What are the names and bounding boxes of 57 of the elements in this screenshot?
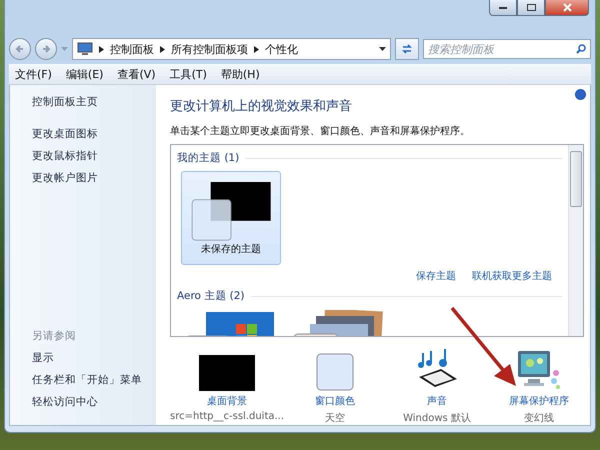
close-button[interactable] xyxy=(545,0,589,16)
maximize-icon xyxy=(526,4,536,11)
breadcrumb-item[interactable]: 所有控制面板项 xyxy=(171,42,248,56)
theme-tile[interactable]: 未保存的主题 xyxy=(181,171,281,265)
forward-button[interactable] xyxy=(35,38,57,60)
breadcrumb-item[interactable]: 个性化 xyxy=(265,42,298,56)
refresh-icon xyxy=(401,43,413,55)
setting-value: 变幻线 xyxy=(524,412,554,425)
theme-name: 未保存的主题 xyxy=(201,242,261,256)
setting-link[interactable]: 窗口颜色 xyxy=(315,394,356,408)
theme-link[interactable]: 保存主题 xyxy=(416,269,456,283)
breadcrumb-item[interactable]: 控制面板 xyxy=(110,42,154,56)
group-heading: 我的主题 (1) xyxy=(177,151,240,165)
menu-item[interactable]: 文件(F) xyxy=(15,66,52,82)
color-swatch-icon xyxy=(316,353,354,391)
refresh-button[interactable] xyxy=(395,38,419,60)
setting-link[interactable]: 桌面背景 xyxy=(207,394,248,408)
sidebar-link[interactable]: 更改帐户图片 xyxy=(32,171,156,185)
sidebar-link[interactable]: 控制面板主页 xyxy=(32,95,156,109)
setting-link[interactable]: 声音 xyxy=(427,394,448,408)
back-button[interactable] xyxy=(9,38,31,60)
sidebar-link[interactable]: 轻松访问中心 xyxy=(32,395,156,409)
setting-value: Windows 默认 xyxy=(403,412,471,425)
menu-item[interactable]: 编辑(E) xyxy=(66,66,104,82)
close-icon xyxy=(562,3,572,12)
dropdown-icon[interactable] xyxy=(379,46,386,52)
desktop-background-preview xyxy=(199,355,256,391)
sidebar-link[interactable]: 任务栏和「开始」菜单 xyxy=(32,373,156,387)
page-description: 单击某个主题立即更改桌面背景、窗口颜色、声音和屏幕保护程序。 xyxy=(170,124,471,138)
minimize-button[interactable] xyxy=(489,0,517,16)
setting-value: 天空 xyxy=(325,412,346,425)
search-icon xyxy=(576,44,586,54)
setting-link[interactable]: 屏幕保护程序 xyxy=(509,394,569,408)
minimize-icon xyxy=(499,6,507,9)
menu-item[interactable]: 帮助(H) xyxy=(220,66,260,82)
group-heading: Aero 主题 (2) xyxy=(177,289,245,303)
control-panel-icon xyxy=(77,42,93,56)
scrollbar[interactable] xyxy=(568,145,583,336)
page-title: 更改计算机上的视觉效果和声音 xyxy=(170,98,353,115)
search-field[interactable]: 搜索控制面板 xyxy=(423,39,591,59)
menu-item[interactable]: 查看(V) xyxy=(117,66,156,82)
help-icon[interactable] xyxy=(575,89,586,100)
see-also-heading: 另请参阅 xyxy=(32,329,77,343)
breadcrumb-arrow-icon xyxy=(99,46,104,52)
monitor-icon xyxy=(516,349,562,391)
menu-item[interactable]: 工具(T) xyxy=(170,66,207,82)
breadcrumb-arrow-icon xyxy=(160,46,165,52)
sidebar-link[interactable]: 更改鼠标指针 xyxy=(32,149,156,163)
theme-link[interactable]: 联机获取更多主题 xyxy=(472,269,552,283)
right-arrow-icon xyxy=(41,44,51,54)
breadcrumb-arrow-icon xyxy=(254,46,259,52)
maximize-button[interactable] xyxy=(517,0,545,16)
address-bar[interactable]: 控制面板 所有控制面板项 个性化 xyxy=(72,38,391,60)
setting-value: src=http__c-ssl.duita... xyxy=(170,411,284,422)
left-arrow-icon xyxy=(15,44,25,54)
sidebar-link[interactable]: 显示 xyxy=(32,351,156,365)
sidebar-link[interactable]: 更改桌面图标 xyxy=(32,127,156,141)
